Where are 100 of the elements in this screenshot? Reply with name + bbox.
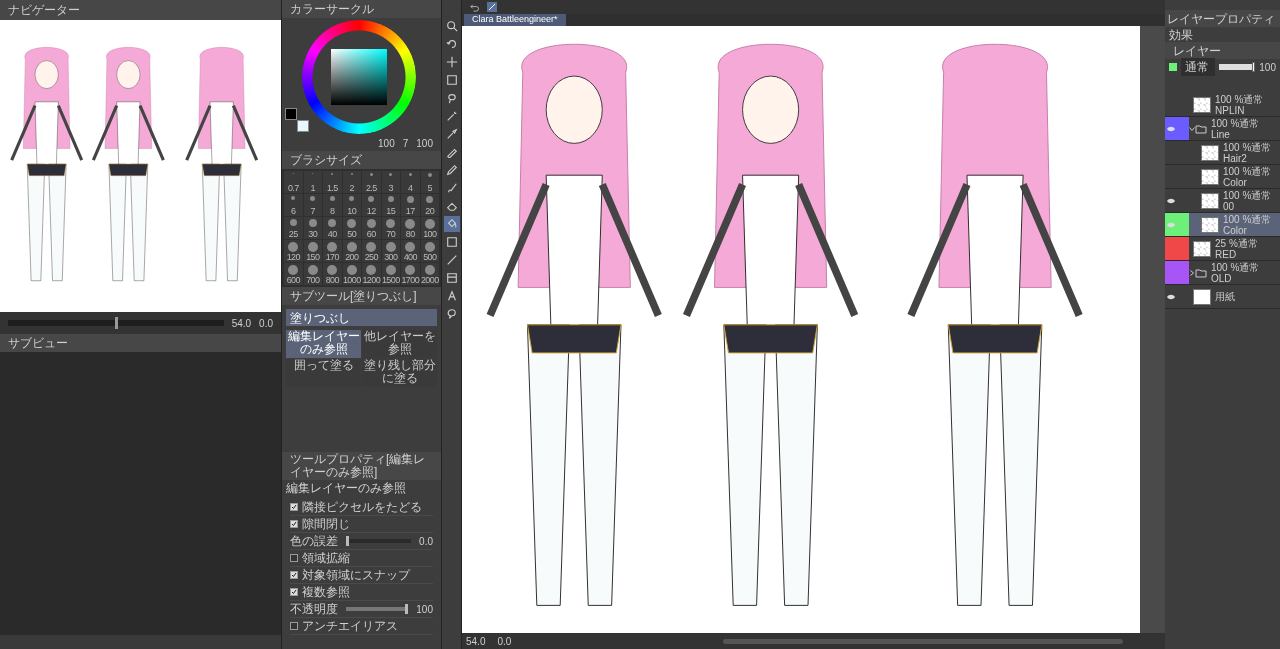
paper-thumbnail [1193, 288, 1211, 305]
brush-size-option[interactable]: 20 [420, 194, 439, 216]
brush-size-option[interactable]: 12 [362, 194, 381, 216]
sub-tool-item[interactable]: 他レイヤーを参照 [362, 330, 437, 358]
brush-size-option[interactable]: 700 [303, 263, 322, 285]
folder-icon [1195, 123, 1207, 134]
panel-title: ナビゲーター [8, 2, 80, 19]
brush-size-option[interactable]: 40 [323, 217, 342, 239]
undo-icon[interactable] [470, 2, 479, 12]
slider-thumb[interactable] [405, 604, 409, 614]
sub-color-swatch[interactable] [297, 120, 309, 132]
checkbox[interactable] [290, 588, 298, 596]
brush-size-option[interactable]: 8 [323, 194, 342, 216]
brush-size-option[interactable]: 50 [342, 217, 361, 239]
layer-row[interactable]: 100 %通常 OLD [1165, 261, 1280, 285]
option-label: 対象領域にスナップ [302, 567, 410, 584]
layer-row[interactable]: 25 %通常 RED [1165, 237, 1280, 261]
chevron-down-icon[interactable] [1189, 125, 1195, 132]
brush-size-option[interactable]: 1 [303, 171, 322, 193]
sub-tool-group-tab[interactable]: 塗りつぶし [286, 309, 437, 326]
document-tab[interactable]: Clara Battleengineer* [464, 14, 566, 26]
brush-size-option[interactable]: 1000 [342, 263, 361, 285]
brush-size-option[interactable]: 15 [381, 194, 400, 216]
layer-row[interactable]: 100 %通常 NPLIN [1165, 93, 1280, 117]
brush-size-option[interactable]: 70 [381, 217, 400, 239]
layer-name: OLD [1211, 272, 1233, 284]
saturation-value-square[interactable] [331, 49, 387, 105]
option-label: 領域拡縮 [302, 550, 350, 567]
option-label: 複数参照 [302, 584, 350, 601]
zoom-slider[interactable] [8, 320, 224, 326]
brush-size-option[interactable]: 1.5 [323, 171, 342, 193]
main-color-swatch[interactable] [285, 108, 297, 120]
checkbox[interactable] [290, 622, 298, 630]
slider-thumb[interactable] [346, 536, 349, 546]
layer-row[interactable]: 用紙 [1165, 285, 1280, 309]
layer-row[interactable]: 100 %通常 Color [1165, 165, 1280, 189]
brush-size-option[interactable]: 170 [323, 240, 342, 262]
brush-size-option[interactable]: 600 [284, 263, 303, 285]
checkbox[interactable] [290, 571, 298, 579]
checkbox[interactable] [290, 520, 298, 528]
brush-size-option[interactable]: 30 [303, 217, 322, 239]
brush-size-option[interactable]: 1500 [381, 263, 400, 285]
checkbox[interactable] [290, 554, 298, 562]
layer-color-swatch[interactable] [1169, 63, 1177, 71]
layer-name: 用紙 [1215, 291, 1235, 302]
eye-icon[interactable] [1167, 293, 1175, 300]
angle-value: 0.0 [259, 316, 273, 331]
brush-size-option[interactable]: 1700 [401, 263, 420, 285]
brush-size-option[interactable]: 25 [284, 217, 303, 239]
brush-size-option[interactable]: 500 [420, 240, 439, 262]
layer-blend-info: 100 %通常 [1215, 93, 1264, 105]
brush-size-option[interactable]: 17 [401, 194, 420, 216]
layer-blend-info: 100 %通常 [1211, 261, 1260, 273]
brush-size-option[interactable]: 800 [323, 263, 342, 285]
layer-blend-info: 100 %通常 [1223, 141, 1272, 153]
sub-tool-item[interactable]: 塗り残し部分に塗る [362, 359, 437, 387]
brush-size-option[interactable]: 60 [362, 217, 381, 239]
horizontal-scrollbar[interactable] [723, 638, 1124, 644]
brush-size-option[interactable]: 80 [401, 217, 420, 239]
brush-size-option[interactable]: 250 [362, 240, 381, 262]
layer-blend-info: 100 %通常 [1211, 117, 1260, 129]
layer-row[interactable]: 100 %通常 Hair2 [1165, 141, 1280, 165]
brush-size-option[interactable]: 400 [401, 240, 420, 262]
brush-size-option[interactable]: 6 [284, 194, 303, 216]
slider-thumb[interactable] [1252, 62, 1256, 72]
layer-blend-info: 25 %通常 [1215, 237, 1258, 249]
brush-size-option[interactable]: 100 [420, 217, 439, 239]
brush-size-option[interactable]: 120 [284, 240, 303, 262]
slider-thumb[interactable] [114, 317, 118, 329]
brush-size-option[interactable]: 200 [342, 240, 361, 262]
opacity-slider[interactable] [1219, 64, 1256, 70]
chevron-right-icon[interactable] [1189, 269, 1195, 276]
blend-mode-dropdown[interactable]: 通常 [1181, 58, 1215, 76]
brush-size-option[interactable]: 4 [401, 171, 420, 193]
value-slider[interactable] [346, 607, 409, 611]
brush-size-option[interactable]: 300 [381, 240, 400, 262]
pen-icon[interactable] [487, 2, 497, 12]
brush-size-option[interactable]: 7 [303, 194, 322, 216]
zoom-value: 54.0 [466, 634, 486, 649]
layer-thumbnail [1201, 168, 1219, 185]
sub-tool-item[interactable]: 編集レイヤーのみ参照 [286, 330, 361, 358]
brush-size-option[interactable]: 0.7 [284, 171, 303, 193]
brush-size-option[interactable]: 3 [381, 171, 400, 193]
brush-size-option[interactable]: 2 [342, 171, 361, 193]
brush-size-option[interactable]: 1200 [362, 263, 381, 285]
brush-size-option[interactable]: 150 [303, 240, 322, 262]
eye-icon[interactable] [1167, 197, 1175, 204]
eye-icon[interactable] [1167, 125, 1175, 132]
layer-row[interactable]: 100 %通常 Color [1165, 213, 1280, 237]
fill-tool-icon[interactable] [443, 216, 460, 232]
layer-name: 00 [1223, 200, 1236, 212]
checkbox[interactable] [290, 503, 298, 511]
option-label: 隙間閉じ [302, 516, 350, 533]
layer-thumbnail [1201, 144, 1219, 161]
brush-size-option[interactable]: 2000 [420, 263, 439, 285]
brush-size-option[interactable]: 5 [420, 171, 439, 193]
brush-size-option[interactable]: 2.5 [362, 171, 381, 193]
brush-size-option[interactable]: 10 [342, 194, 361, 216]
layer-row[interactable]: 100 %通常 Line [1165, 117, 1280, 141]
panel-title: サブツール[塗りつぶし] [290, 288, 417, 305]
